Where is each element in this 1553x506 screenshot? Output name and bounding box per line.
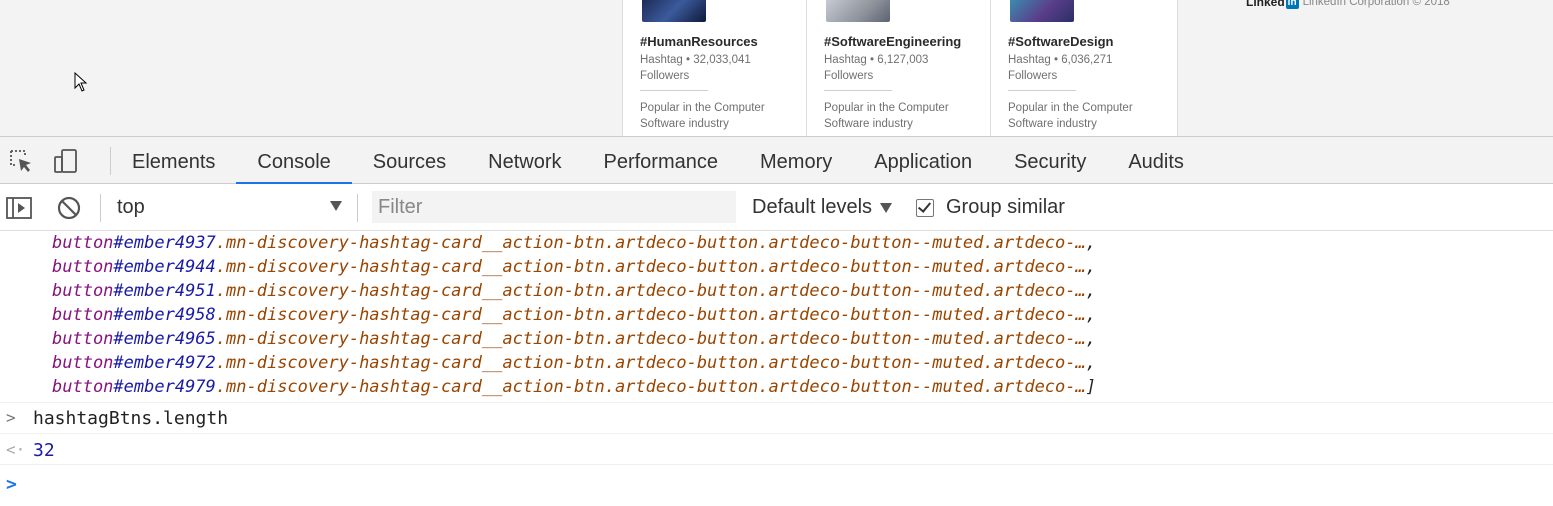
hashtag-followers: Hashtag • 6,036,271 Followers bbox=[1008, 54, 1113, 82]
array-item[interactable]: button#ember4972.mn-discovery-hashtag-ca… bbox=[52, 351, 1096, 375]
divider bbox=[357, 194, 358, 222]
console-prompt[interactable]: > bbox=[0, 464, 1553, 506]
devtools-tabs: Elements Console Sources Network Perform… bbox=[111, 137, 1205, 185]
divider bbox=[100, 194, 101, 222]
console-command: > hashtagBtns.length bbox=[0, 402, 1553, 433]
hashtag-followers: Hashtag • 6,127,003 Followers bbox=[824, 54, 929, 82]
tab-memory[interactable]: Memory bbox=[739, 137, 853, 184]
copyright-text: LinkedIn Corporation © 2018 bbox=[1302, 0, 1450, 8]
hashtag-image bbox=[642, 0, 706, 22]
array-item[interactable]: button#ember4965.mn-discovery-hashtag-ca… bbox=[52, 327, 1096, 351]
console-toolbar: top Default levels Group similar bbox=[0, 184, 1553, 231]
tab-sources[interactable]: Sources bbox=[352, 137, 467, 184]
hashtag-image bbox=[826, 0, 890, 22]
group-similar-checkbox[interactable] bbox=[916, 198, 934, 217]
context-value: top bbox=[117, 196, 145, 218]
webpage-viewport: #HumanResources Hashtag • 32,033,041 Fol… bbox=[0, 0, 1553, 136]
tab-elements[interactable]: Elements bbox=[111, 137, 236, 184]
log-levels-label: Default levels bbox=[752, 196, 873, 218]
divider bbox=[824, 90, 892, 91]
inspect-element-icon[interactable] bbox=[8, 148, 34, 174]
hashtag-title[interactable]: #HumanResources bbox=[640, 34, 758, 49]
filter-input[interactable] bbox=[372, 191, 736, 223]
context-selector[interactable]: top bbox=[116, 184, 346, 230]
input-marker-icon: > bbox=[6, 408, 16, 427]
result-marker-icon: <· bbox=[6, 440, 26, 459]
dropdown-arrow-icon bbox=[880, 202, 893, 213]
tab-network[interactable]: Network bbox=[467, 137, 582, 184]
hashtag-popularity: Popular in the Computer Software industr… bbox=[1008, 102, 1133, 130]
tab-console[interactable]: Console bbox=[236, 137, 353, 185]
hashtag-card[interactable]: #HumanResources Hashtag • 32,033,041 Fol… bbox=[623, 0, 807, 136]
linkedin-logo[interactable]: Linked in bbox=[1246, 0, 1299, 9]
command-text[interactable]: hashtagBtns.length bbox=[33, 408, 228, 429]
array-item[interactable]: button#ember4951.mn-discovery-hashtag-ca… bbox=[52, 279, 1096, 303]
hashtag-popularity: Popular in the Computer Software industr… bbox=[640, 102, 765, 130]
array-output: button#ember4937.mn-discovery-hashtag-ca… bbox=[52, 231, 1096, 399]
hashtag-title[interactable]: #SoftwareEngineering bbox=[824, 34, 961, 49]
tab-application[interactable]: Application bbox=[853, 137, 993, 184]
hashtag-popularity: Popular in the Computer Software industr… bbox=[824, 102, 949, 130]
devtools-panel: Elements Console Sources Network Perform… bbox=[0, 136, 1553, 506]
result-value[interactable]: 32 bbox=[33, 440, 55, 461]
divider bbox=[1008, 90, 1076, 91]
hashtag-title[interactable]: #SoftwareDesign bbox=[1008, 34, 1113, 49]
dropdown-arrow-icon bbox=[330, 201, 342, 211]
linkedin-footer: Linked in LinkedIn Corporation © 2018 bbox=[1246, 0, 1450, 9]
tab-audits[interactable]: Audits bbox=[1107, 137, 1205, 184]
array-item[interactable]: button#ember4979.mn-discovery-hashtag-ca… bbox=[52, 375, 1096, 399]
hashtag-card[interactable]: #SoftwareEngineering Hashtag • 6,127,003… bbox=[807, 0, 991, 136]
hashtag-image bbox=[1010, 0, 1074, 22]
divider bbox=[640, 90, 708, 91]
console-result: <· 32 bbox=[0, 433, 1553, 464]
hashtag-card[interactable]: #SoftwareDesign Hashtag • 6,036,271 Foll… bbox=[991, 0, 1175, 136]
array-item[interactable]: button#ember4944.mn-discovery-hashtag-ca… bbox=[52, 255, 1096, 279]
prompt-chevron-icon: > bbox=[6, 474, 17, 495]
clear-console-icon[interactable] bbox=[56, 195, 82, 221]
group-similar-toggle[interactable]: Group similar bbox=[916, 196, 1065, 219]
mouse-cursor-icon bbox=[74, 72, 88, 92]
hashtag-followers: Hashtag • 32,033,041 Followers bbox=[640, 54, 751, 82]
device-toolbar-icon[interactable] bbox=[53, 148, 79, 174]
console-sidebar-icon[interactable] bbox=[6, 195, 32, 221]
group-similar-label: Group similar bbox=[946, 196, 1065, 218]
array-item[interactable]: button#ember4937.mn-discovery-hashtag-ca… bbox=[52, 231, 1096, 255]
log-levels-dropdown[interactable]: Default levels bbox=[752, 196, 893, 219]
hashtag-cards: #HumanResources Hashtag • 32,033,041 Fol… bbox=[622, 0, 1178, 136]
devtools-tabbar: Elements Console Sources Network Perform… bbox=[0, 136, 1553, 185]
tab-performance[interactable]: Performance bbox=[583, 137, 740, 184]
console-output: button#ember4937.mn-discovery-hashtag-ca… bbox=[0, 231, 1553, 506]
array-item[interactable]: button#ember4958.mn-discovery-hashtag-ca… bbox=[52, 303, 1096, 327]
tab-security[interactable]: Security bbox=[993, 137, 1107, 184]
